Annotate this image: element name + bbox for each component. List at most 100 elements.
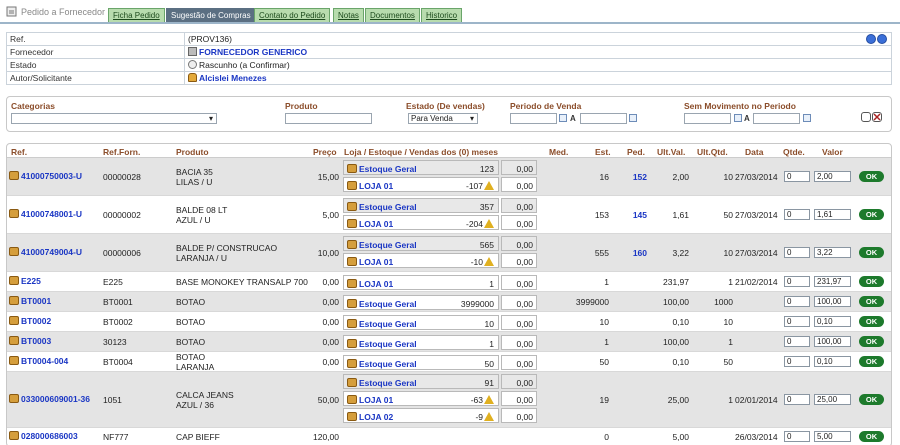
product-ref-link[interactable]: 033000609001-36 <box>9 394 90 404</box>
quantity-input[interactable]: 0 <box>784 394 810 405</box>
ref-forn: 00000002 <box>103 210 141 220</box>
tab-historico[interactable]: Historico <box>421 8 463 22</box>
value-input[interactable]: 25,00 <box>814 394 851 405</box>
col-preco[interactable]: Preço <box>313 147 337 157</box>
ok-button[interactable]: OK <box>859 336 884 347</box>
value-input[interactable]: 231,97 <box>814 276 851 287</box>
ult-val: 0,10 <box>672 357 689 367</box>
value-input[interactable]: 0,10 <box>814 316 851 327</box>
autor-link[interactable]: Alcislei Menezes <box>199 73 267 83</box>
stock-location-link[interactable]: LOJA 01 <box>347 181 393 191</box>
sem-mov-from-input[interactable] <box>684 113 731 124</box>
quantity-input[interactable]: 0 <box>784 276 810 287</box>
product-ref-link[interactable]: BT0002 <box>9 316 51 326</box>
tab-sugestao-compras[interactable]: Sugestão de Compras <box>166 8 256 22</box>
product-ref-link[interactable]: BT0004-004 <box>9 356 68 366</box>
product-ref-link[interactable]: E225 <box>9 276 41 286</box>
value-input[interactable]: 2,00 <box>814 171 851 182</box>
stock-location-link[interactable]: LOJA 01 <box>347 219 393 229</box>
col-ref[interactable]: Ref. <box>11 147 27 157</box>
ok-button[interactable]: OK <box>859 276 884 287</box>
col-data[interactable]: Data <box>745 147 763 157</box>
ped-link[interactable]: 160 <box>613 248 647 258</box>
ok-button[interactable]: OK <box>859 209 884 220</box>
stock-qty: -9 <box>475 412 494 422</box>
stock-location-link[interactable]: Estoque Geral <box>347 202 417 212</box>
stock-location-link[interactable]: LOJA 01 <box>347 257 393 267</box>
product-ref-link[interactable]: 028000686003 <box>9 431 78 441</box>
categorias-select[interactable]: ▾ <box>11 113 217 124</box>
ped-link[interactable]: 152 <box>613 172 647 182</box>
tab-ficha-pedido[interactable]: Ficha Pedido <box>108 8 165 22</box>
stock-location-link[interactable]: Estoque Geral <box>347 318 417 329</box>
warehouse-icon <box>347 395 357 404</box>
periodo-from-input[interactable] <box>510 113 557 124</box>
search-icon[interactable] <box>861 112 871 122</box>
next-icon[interactable] <box>877 34 887 44</box>
col-est[interactable]: Est. <box>595 147 611 157</box>
close-icon[interactable] <box>872 112 882 122</box>
value-input[interactable]: 100,00 <box>814 336 851 347</box>
product-ref-link[interactable]: BT0001 <box>9 296 51 306</box>
stock-location-link[interactable]: LOJA 01 <box>347 395 393 405</box>
stock-location-link[interactable]: Estoque Geral <box>347 378 417 388</box>
produto-input[interactable] <box>285 113 372 124</box>
quantity-input[interactable]: 0 <box>784 247 810 258</box>
ok-button[interactable]: OK <box>859 431 884 442</box>
col-ref-forn[interactable]: Ref.Forn. <box>103 147 140 157</box>
stock-location-link[interactable]: LOJA 01 <box>347 278 393 289</box>
med-value-box: 0,00 <box>501 160 537 175</box>
quantity-input[interactable]: 0 <box>784 431 810 442</box>
product-ref-link[interactable]: 41000748001-U <box>9 209 82 219</box>
stock-location-link[interactable]: LOJA 02 <box>347 412 393 422</box>
sem-mov-to-input[interactable] <box>753 113 800 124</box>
tab-contato-pedido[interactable]: Contato do Pedido <box>254 8 331 22</box>
ok-button[interactable]: OK <box>859 247 884 258</box>
fornecedor-link[interactable]: FORNECEDOR GENERICO <box>199 47 307 57</box>
value-input[interactable]: 5,00 <box>814 431 851 442</box>
value-input[interactable]: 0,10 <box>814 356 851 367</box>
ok-button[interactable]: OK <box>859 316 884 327</box>
product-ref-link[interactable]: 41000750003-U <box>9 171 82 181</box>
quantity-input[interactable]: 0 <box>784 356 810 367</box>
ok-button[interactable]: OK <box>859 171 884 182</box>
value-input[interactable]: 100,00 <box>814 296 851 307</box>
col-produto[interactable]: Produto <box>176 147 209 157</box>
calendar-icon[interactable] <box>629 114 637 122</box>
quantity-input[interactable]: 0 <box>784 336 810 347</box>
col-ult-val[interactable]: Ult.Val. <box>657 147 685 157</box>
ult-val: 231,97 <box>663 277 689 287</box>
tab-notas[interactable]: Notas <box>333 8 364 22</box>
ok-button[interactable]: OK <box>859 394 884 405</box>
stock-location-link[interactable]: Estoque Geral <box>347 338 417 349</box>
quantity-input[interactable]: 0 <box>784 209 810 220</box>
stock-entry: Estoque Geral 123 <box>343 160 499 175</box>
calendar-icon[interactable] <box>803 114 811 122</box>
calendar-icon[interactable] <box>559 114 567 122</box>
product-ref-link[interactable]: 41000749004-U <box>9 247 82 257</box>
quantity-input[interactable]: 0 <box>784 171 810 182</box>
product-ref-link[interactable]: BT0003 <box>9 336 51 346</box>
value-input[interactable]: 3,22 <box>814 247 851 258</box>
stock-location-link[interactable]: Estoque Geral <box>347 240 417 250</box>
col-med[interactable]: Med. <box>549 147 568 157</box>
quantity-input[interactable]: 0 <box>784 296 810 307</box>
est-value: 16 <box>599 172 609 182</box>
quantity-input[interactable]: 0 <box>784 316 810 327</box>
prev-icon[interactable] <box>866 34 876 44</box>
product-name: BALDE 08 LT <box>176 205 228 215</box>
value-input[interactable]: 1,61 <box>814 209 851 220</box>
stock-location-link[interactable]: Estoque Geral <box>347 298 417 309</box>
col-ped[interactable]: Ped. <box>627 147 645 157</box>
ped-link[interactable]: 145 <box>613 210 647 220</box>
tab-documentos[interactable]: Documentos <box>365 8 420 22</box>
warning-icon <box>484 219 494 228</box>
col-ult-qtd[interactable]: Ult.Qtd. <box>697 147 728 157</box>
stock-location-link[interactable]: Estoque Geral <box>347 358 417 369</box>
stock-location-link[interactable]: Estoque Geral <box>347 164 417 174</box>
calendar-icon[interactable] <box>734 114 742 122</box>
ok-button[interactable]: OK <box>859 296 884 307</box>
periodo-to-input[interactable] <box>580 113 627 124</box>
estado-vendas-select[interactable]: Para Venda ▾ <box>408 113 478 124</box>
ok-button[interactable]: OK <box>859 356 884 367</box>
